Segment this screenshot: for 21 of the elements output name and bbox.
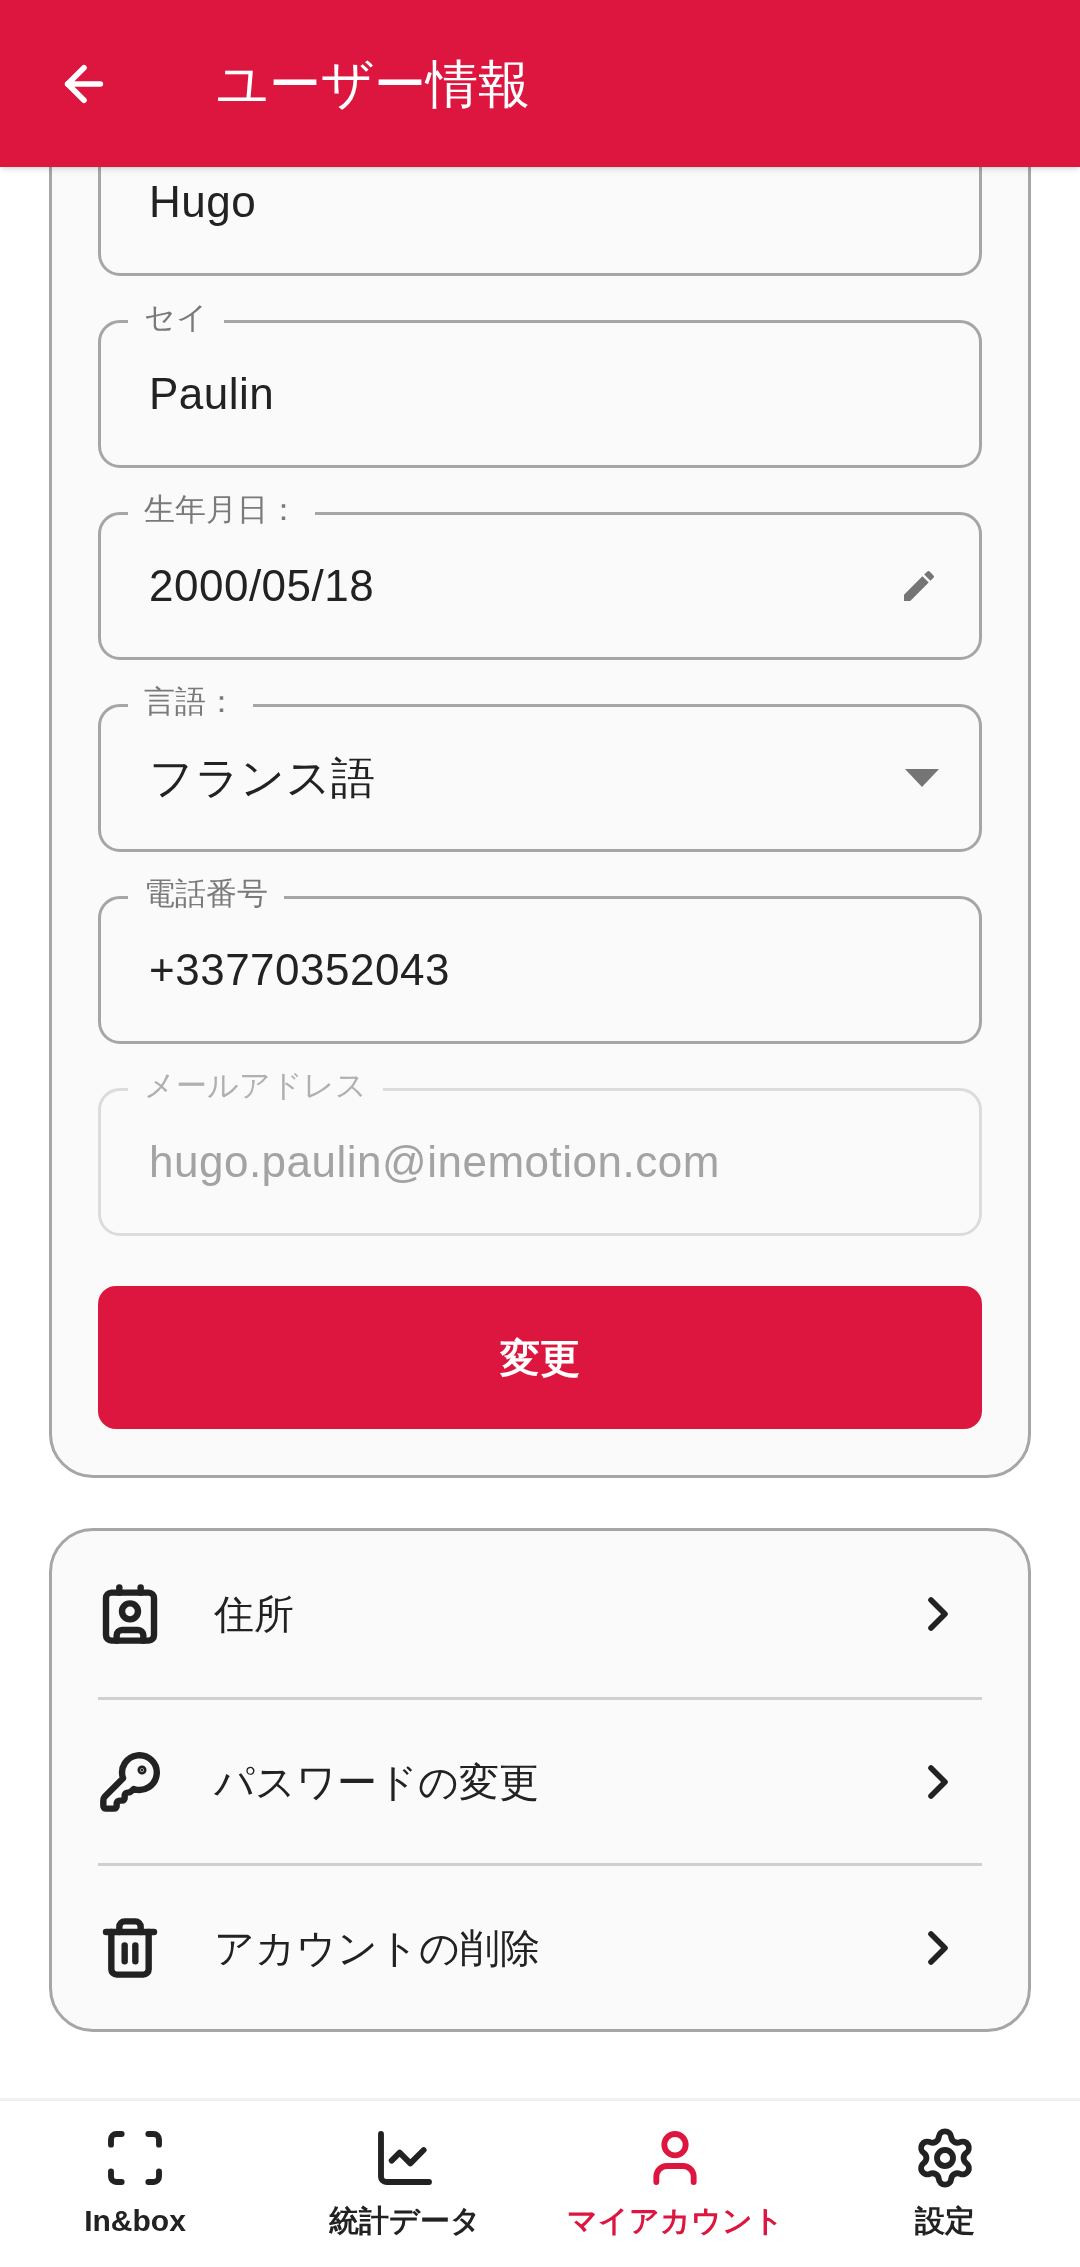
field-value: Hugo xyxy=(149,176,258,228)
field-value: 2000/05/18 xyxy=(149,560,376,612)
field-value: フランス語 xyxy=(149,752,377,804)
menu-item[interactable]: パスワードの変更 xyxy=(98,1697,982,1863)
key-icon xyxy=(98,1749,162,1814)
nav-tab[interactable]: 設定 xyxy=(810,2101,1080,2267)
field-value: +33770352043 xyxy=(149,944,451,996)
nav-tab[interactable]: 統計データ xyxy=(270,2101,540,2267)
menu-item-label: パスワードの変更 xyxy=(214,1758,540,1806)
field-value: hugo.paulin@inemotion.com xyxy=(149,1136,721,1188)
dropdown-caret-icon[interactable] xyxy=(905,769,939,787)
menu-item-label: 住所 xyxy=(214,1591,295,1638)
submit-button[interactable]: 変更 xyxy=(98,1286,982,1429)
field-value: Paulin xyxy=(149,368,276,420)
input-field[interactable]: Hugo xyxy=(98,167,982,276)
screen-title: ユーザー情報 xyxy=(216,53,530,115)
nav-tab[interactable]: In&box xyxy=(0,2101,270,2267)
menu-item[interactable]: 住所 xyxy=(98,1531,982,1697)
menu-item-label: アカウントの削除 xyxy=(214,1924,541,1972)
menu-item[interactable]: アカウントの削除 xyxy=(98,1863,982,2029)
nav-tab[interactable]: マイアカウント xyxy=(540,2101,810,2267)
